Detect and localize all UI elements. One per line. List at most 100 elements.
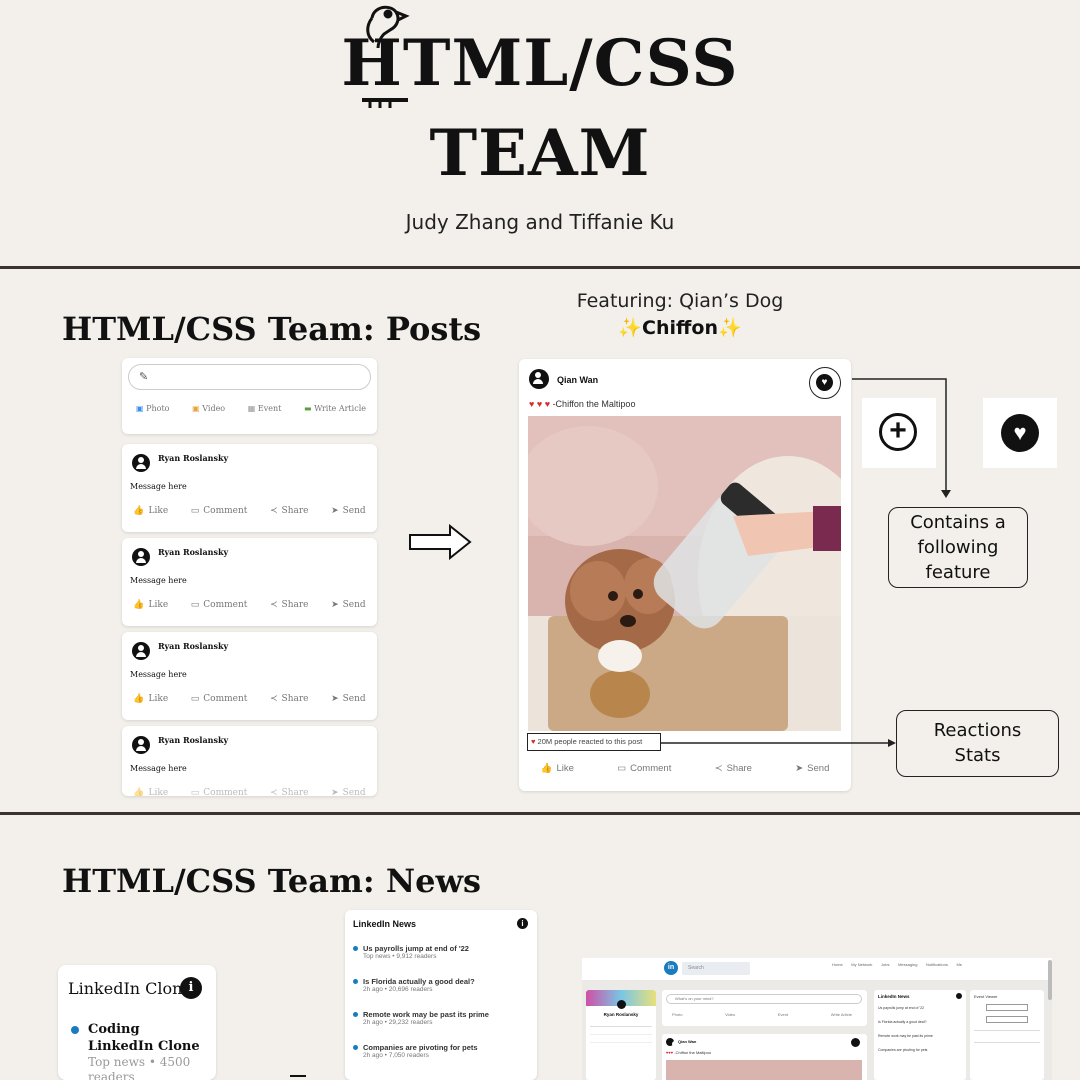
share-button[interactable]: ≺ Share xyxy=(270,694,309,704)
post-message: Message here xyxy=(130,576,187,585)
reactions-connector xyxy=(660,739,896,747)
post-caption: ♥ ♥ ♥ -Chiffon the Maltipoo xyxy=(529,399,636,409)
heart-icon[interactable] xyxy=(851,1038,860,1047)
scrollbar[interactable] xyxy=(1048,960,1052,1000)
like-button[interactable]: 👍 Like xyxy=(133,788,168,796)
nav-network[interactable]: My Network xyxy=(851,962,872,967)
comment-icon: ▭ xyxy=(190,694,200,704)
post-actions: 👍 Like ▭ Comment ≺ Share ➤ Send xyxy=(122,600,377,610)
pencil-icon: ✎ xyxy=(139,371,149,383)
comment-button[interactable]: ▭ Comment xyxy=(191,788,248,796)
linkedin-logo-icon: in xyxy=(664,961,678,975)
app-preview: in Search Home My Network Jobs Messaging… xyxy=(582,958,1052,1080)
feed-post: Ryan Roslansky Message here 👍 Like ▭ Comme… xyxy=(122,726,377,796)
nav-messaging[interactable]: Messaging xyxy=(898,962,917,967)
nav-jobs[interactable]: Jobs xyxy=(881,962,889,967)
news-item[interactable]: Is Florida actually a good deal? 2h ago … xyxy=(353,977,529,993)
nav-home[interactable]: Home xyxy=(832,962,843,967)
avatar xyxy=(132,642,150,660)
page-title-line1: HTML/CSS xyxy=(341,26,739,101)
composer-event-button[interactable]: ▦ Event xyxy=(248,404,282,413)
avatar xyxy=(132,736,150,754)
send-button[interactable]: ➤ Send xyxy=(331,788,366,796)
posts-section-title: HTML/CSS Team: Posts xyxy=(62,310,482,348)
send-icon: ➤ xyxy=(331,694,339,704)
news-item[interactable]: Us payrolls jump at end of '22 Top news … xyxy=(353,944,529,960)
app-topbar: in Search Home My Network Jobs Messaging… xyxy=(582,958,1052,980)
section-divider xyxy=(0,812,1080,815)
send-icon: ➤ xyxy=(331,600,339,610)
comment-icon: ▭ xyxy=(617,763,627,774)
mini-composer: What's on your mind? Photo Video Event W… xyxy=(662,990,867,1026)
info-icon[interactable] xyxy=(956,993,962,999)
avatar xyxy=(529,369,549,389)
post-message: Message here xyxy=(130,764,187,773)
news-item[interactable]: Remote work may be past its prime 2h ago… xyxy=(353,1010,529,1026)
news-card-title: LinkedIn News xyxy=(353,919,417,929)
share-button[interactable]: ≺ Share xyxy=(270,506,309,516)
heart-circle-icon: ♥ xyxy=(1001,414,1039,452)
hearts: ♥ ♥ ♥ xyxy=(529,399,551,409)
search-input[interactable]: Search xyxy=(682,962,750,975)
nav-me[interactable]: Me xyxy=(956,962,962,967)
right-arrow-icon xyxy=(290,1075,306,1077)
post-message: Message here xyxy=(130,482,187,491)
post-actions: 👍 Like ▭ Comment ≺ Share ➤ Send xyxy=(519,763,851,774)
post-author: Ryan Roslansky xyxy=(158,641,229,651)
send-button[interactable]: ➤ Send xyxy=(331,600,366,610)
mini-post: Qian Wan ♥♥♥ -Chiffon the Maltipoo xyxy=(662,1034,867,1080)
comment-icon: ▭ xyxy=(190,506,200,516)
info-icon[interactable]: i xyxy=(517,918,528,929)
post-message: Message here xyxy=(130,670,187,679)
send-icon: ➤ xyxy=(331,506,339,516)
reaction-stats[interactable]: ♥ 20M people reacted to this post xyxy=(527,733,661,751)
heart-icon-tile: ♥ xyxy=(983,398,1057,468)
composer-article-button[interactable]: ▬ Write Article xyxy=(304,404,366,413)
thumbs-up-icon: 👍 xyxy=(133,788,145,796)
heart-reaction-icon: ♥ xyxy=(531,737,536,746)
post-author: Ryan Roslansky xyxy=(158,547,229,557)
callout-reaction-stats: Reactions Stats xyxy=(896,710,1059,777)
post-actions: 👍 Like ▭ Comment ≺ Share ➤ Send xyxy=(122,788,377,796)
authors-credit: Judy Zhang and Tiffanie Ku xyxy=(405,210,675,234)
send-icon: ➤ xyxy=(331,788,339,796)
comment-button[interactable]: ▭ Comment xyxy=(191,694,248,704)
thumbs-up-icon: 👍 xyxy=(540,763,553,774)
avatar xyxy=(666,1038,680,1053)
comment-button[interactable]: ▭ Comment xyxy=(191,506,248,516)
calendar-icon: ▦ xyxy=(247,404,256,413)
mini-composer-input[interactable]: What's on your mind? xyxy=(666,994,862,1004)
share-icon: ≺ xyxy=(269,506,278,516)
like-button[interactable]: 👍 Like xyxy=(133,506,168,516)
nav-notifications[interactable]: Notifications xyxy=(926,962,948,967)
share-icon: ≺ xyxy=(269,788,278,796)
callout-following-feature: Contains a following feature xyxy=(888,507,1028,588)
share-button[interactable]: ≺ Share xyxy=(270,788,309,796)
send-button[interactable]: ➤ Send xyxy=(331,694,366,704)
like-button[interactable]: 👍 Like xyxy=(541,763,574,774)
share-button[interactable]: ≺ Share xyxy=(715,763,752,774)
clone-news-title[interactable]: Coding LinkedIn Clone xyxy=(88,1021,208,1055)
like-button[interactable]: 👍 Like xyxy=(133,600,168,610)
like-button[interactable]: 👍 Like xyxy=(133,694,168,704)
composer-photo-button[interactable]: ▣ Photo xyxy=(136,404,170,413)
follow-heart-button[interactable]: ♥ xyxy=(809,367,841,399)
thumbs-up-icon: 👍 xyxy=(133,600,145,610)
post-author: Ryan Roslansky xyxy=(158,735,229,745)
composer-video-button[interactable]: ▣ Video xyxy=(192,404,225,413)
article-icon: ▬ xyxy=(303,404,312,413)
right-arrow-icon xyxy=(409,524,472,560)
share-button[interactable]: ≺ Share xyxy=(270,600,309,610)
info-icon[interactable]: i xyxy=(180,977,202,999)
composer-input[interactable]: ✎ xyxy=(128,364,371,390)
news-bullet xyxy=(353,979,358,984)
news-item[interactable]: Companies are pivoting for pets 2h ago •… xyxy=(353,1043,529,1059)
comment-button[interactable]: ▭ Comment xyxy=(191,600,248,610)
post-author: Ryan Roslansky xyxy=(158,453,229,463)
send-button[interactable]: ➤ Send xyxy=(795,763,829,774)
news-bullet xyxy=(353,1045,358,1050)
share-icon: ≺ xyxy=(714,763,723,774)
comment-button[interactable]: ▭ Comment xyxy=(617,763,671,774)
send-button[interactable]: ➤ Send xyxy=(331,506,366,516)
post-actions: 👍 Like ▭ Comment ≺ Share ➤ Send xyxy=(122,506,377,516)
